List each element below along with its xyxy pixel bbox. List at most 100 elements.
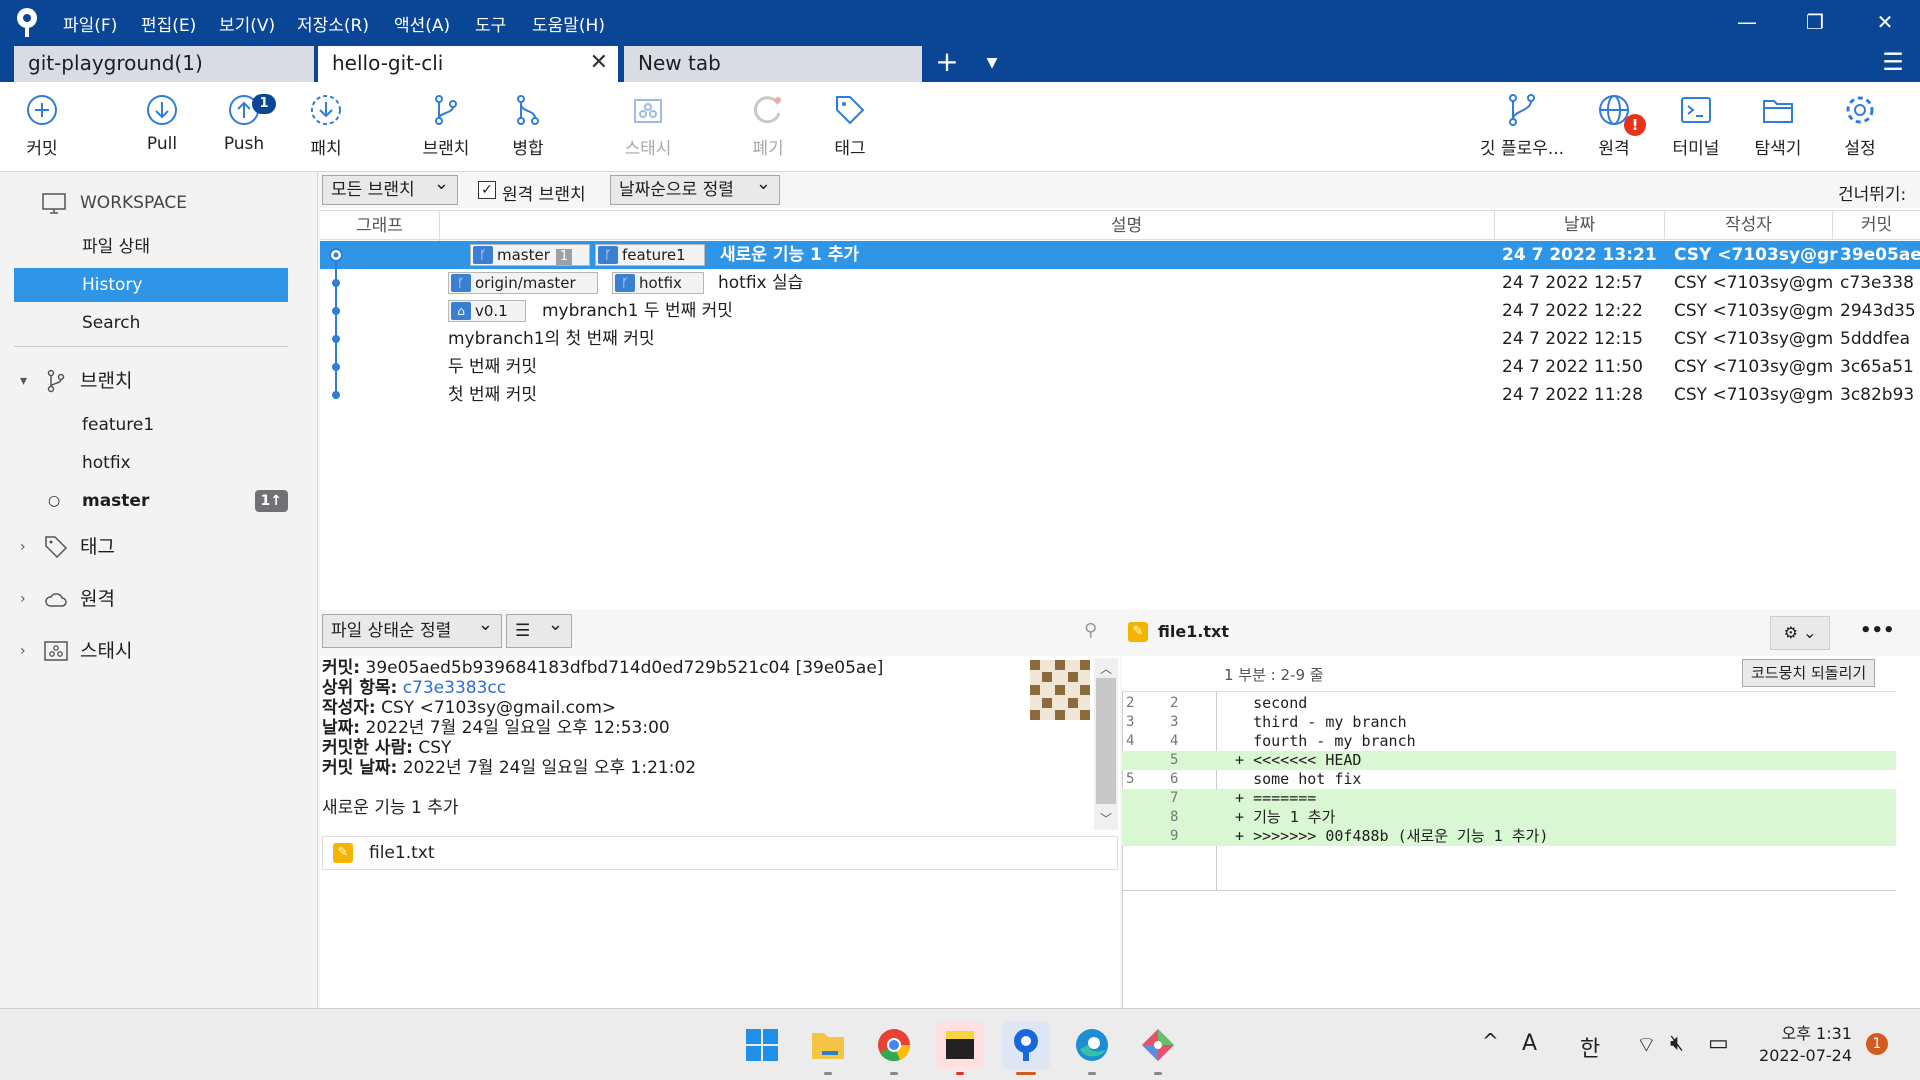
git-flow-button[interactable]: 깃 플로우... <box>1478 92 1566 168</box>
hamburger-menu-icon[interactable]: ☰ <box>1878 48 1908 78</box>
discard-button[interactable]: 폐기 <box>728 92 808 168</box>
menu-tools[interactable]: 도구 <box>475 11 506 36</box>
commit-row[interactable]: 첫 번째 커밋 24 7 2022 11:28 CSY <7103sy@gm 3… <box>320 381 1920 409</box>
sticky-notes-app-icon[interactable] <box>936 1021 984 1075</box>
sidebar-item-file-status[interactable]: 파일 상태 <box>14 230 288 264</box>
volume-muted-icon[interactable]: 🔇︎ <box>1670 1031 1684 1056</box>
remote-button[interactable]: ! 원격 <box>1574 92 1654 168</box>
column-graph[interactable]: 그래프 <box>320 211 440 241</box>
terminal-button[interactable]: 터미널 <box>1656 92 1736 168</box>
diff-options-button[interactable]: ⚙ ⌄ <box>1770 616 1830 650</box>
field-label: 커밋 날짜: <box>322 758 398 778</box>
tab-new-tab[interactable]: New tab <box>624 46 922 82</box>
tray-overflow-icon[interactable]: ^ <box>1482 1029 1499 1053</box>
ref-badge-feature1[interactable]: ᚴ feature1 <box>595 244 705 266</box>
sourcetree-logo-icon[interactable] <box>12 6 42 38</box>
column-date[interactable]: 날짜 <box>1494 210 1664 240</box>
commit-row[interactable]: 두 번째 커밋 24 7 2022 11:50 CSY <7103sy@gm 3… <box>320 353 1920 381</box>
minimize-button[interactable]: — <box>1724 6 1770 38</box>
sidebar-branch-master[interactable]: ○ master 1↑ <box>14 484 288 518</box>
file-sort-dropdown[interactable]: 파일 상태순 정렬 <box>322 609 502 648</box>
sidebar-branches-header[interactable]: ▾ 브랜치 <box>14 364 288 398</box>
sidebar-item-search[interactable]: Search <box>14 306 288 340</box>
chevron-right-icon[interactable]: › <box>20 582 26 616</box>
remotes-label: 원격 <box>80 588 115 610</box>
ref-badge-hotfix[interactable]: ᚴ hotfix <box>612 272 704 294</box>
taskbar-clock[interactable]: 오후 1:31 2022-07-24 <box>1752 1023 1852 1067</box>
sidebar-item-history[interactable]: History <box>14 268 288 302</box>
push-button[interactable]: 1 Push <box>204 92 284 168</box>
scrollbar-thumb[interactable] <box>1096 678 1116 804</box>
close-window-button[interactable]: ✕ <box>1862 6 1908 38</box>
menu-view[interactable]: 보기(V) <box>219 11 275 36</box>
tab-git-playground[interactable]: git-playground(1) <box>14 46 314 82</box>
patch-button[interactable]: 패치 <box>286 92 366 168</box>
battery-icon[interactable]: ▭ <box>1708 1031 1729 1056</box>
chevron-down-icon[interactable]: ▾ <box>20 364 27 398</box>
column-label: 설명 <box>1110 216 1143 236</box>
old-line-number: 4 <box>1126 733 1135 749</box>
ahead-count-badge: 1↑ <box>254 490 288 512</box>
ime-mode-a[interactable]: A <box>1522 1031 1537 1056</box>
field-label: 커밋한 사람: <box>322 738 413 758</box>
commit-row[interactable]: mybranch1의 첫 번째 커밋 24 7 2022 12:15 CSY <… <box>320 325 1920 353</box>
sourcetree-app-icon[interactable] <box>1002 1021 1050 1075</box>
scroll-up-icon[interactable]: ︿ <box>1100 660 1112 677</box>
menu-file[interactable]: 파일(F) <box>63 11 117 36</box>
sidebar-branch-hotfix[interactable]: hotfix <box>14 446 288 480</box>
file-view-dropdown[interactable]: ☰ <box>506 609 572 648</box>
edge-app-icon[interactable] <box>1068 1021 1116 1075</box>
commit-row[interactable]: ᚴ master 1 ᚴ feature1 새로운 기능 1 추가 24 7 2022… <box>320 241 1920 269</box>
chevron-right-icon[interactable]: › <box>20 530 26 564</box>
wifi-icon[interactable]: ⌔ <box>1636 1031 1657 1059</box>
more-options-icon[interactable]: ••• <box>1860 620 1895 641</box>
scroll-down-icon[interactable]: ﹀ <box>1100 810 1112 827</box>
tab-close-icon[interactable]: ✕ <box>590 46 608 80</box>
tab-list-dropdown-icon[interactable]: ▼ <box>980 44 1004 82</box>
tag-button[interactable]: 태그 <box>810 92 890 168</box>
column-commit[interactable]: 커밋 <box>1832 210 1920 240</box>
merge-button[interactable]: 병합 <box>488 92 568 168</box>
commit-row[interactable]: ⌂ v0.1 mybranch1 두 번째 커밋 24 7 2022 12:22 … <box>320 297 1920 325</box>
sidebar-remotes-header[interactable]: › 원격 <box>14 582 288 616</box>
branch-button[interactable]: 브랜치 <box>406 92 486 168</box>
file-explorer-app-icon[interactable] <box>804 1021 852 1075</box>
git-client-app-icon[interactable] <box>1134 1021 1182 1075</box>
menu-repository[interactable]: 저장소(R) <box>297 11 369 36</box>
sort-order-dropdown[interactable]: 날짜순으로 정렬 <box>610 170 780 205</box>
settings-button[interactable]: 설정 <box>1820 92 1900 168</box>
stash-button[interactable]: 스태시 <box>608 92 688 168</box>
menu-edit[interactable]: 편집(E) <box>141 11 196 36</box>
patch-label: 패치 <box>310 139 342 159</box>
diff-line-added: 8 + 기능 1 추가 <box>1122 808 1896 827</box>
search-icon[interactable]: ⚲ <box>1084 620 1097 641</box>
add-tab-icon[interactable]: + <box>930 44 964 82</box>
new-line-number: 6 <box>1170 771 1179 787</box>
parent-commit-link[interactable]: c73e3383cc <box>403 678 506 698</box>
tab-hello-git-cli[interactable]: hello-git-cli ✕ <box>318 46 618 82</box>
revert-hunk-button[interactable]: 코드뭉치 되돌리기 <box>1742 659 1876 687</box>
remote-branches-checkbox[interactable]: ✓ <box>478 181 496 199</box>
changed-file-item[interactable]: ✎ file1.txt <box>323 837 1117 869</box>
column-author[interactable]: 작성자 <box>1664 210 1832 240</box>
sidebar-tags-header[interactable]: › 태그 <box>14 530 288 564</box>
commit-row[interactable]: ᚴ origin/master ᚴ hotfix hotfix 실습 24 7 20… <box>320 269 1920 297</box>
notification-count-badge[interactable]: 1 <box>1866 1033 1888 1055</box>
sidebar-branch-feature1[interactable]: feature1 <box>14 408 288 442</box>
commit-info-scrollbar[interactable]: ︿ ﹀ <box>1094 658 1118 830</box>
ime-mode-hangul[interactable]: 한 <box>1580 1031 1600 1063</box>
menu-actions[interactable]: 액션(A) <box>394 11 450 36</box>
commit-button[interactable]: 커밋 <box>2 92 82 168</box>
restore-button[interactable]: ❐ <box>1792 6 1838 38</box>
ref-badge-master[interactable]: ᚴ master 1 <box>470 244 590 266</box>
ref-badge-origin-master[interactable]: ᚴ origin/master <box>448 272 598 294</box>
explorer-button[interactable]: 탐색기 <box>1738 92 1818 168</box>
windows-start-icon[interactable] <box>738 1021 786 1069</box>
menu-help[interactable]: 도움말(H) <box>532 11 605 36</box>
branch-filter-dropdown[interactable]: 모든 브랜치 <box>322 170 458 205</box>
chrome-app-icon[interactable] <box>870 1021 918 1075</box>
sidebar-stash-header[interactable]: › 스태시 <box>14 634 288 668</box>
chevron-right-icon[interactable]: › <box>20 634 26 668</box>
pull-button[interactable]: Pull <box>122 92 202 168</box>
ref-badge-v0-1[interactable]: ⌂ v0.1 <box>448 300 526 322</box>
